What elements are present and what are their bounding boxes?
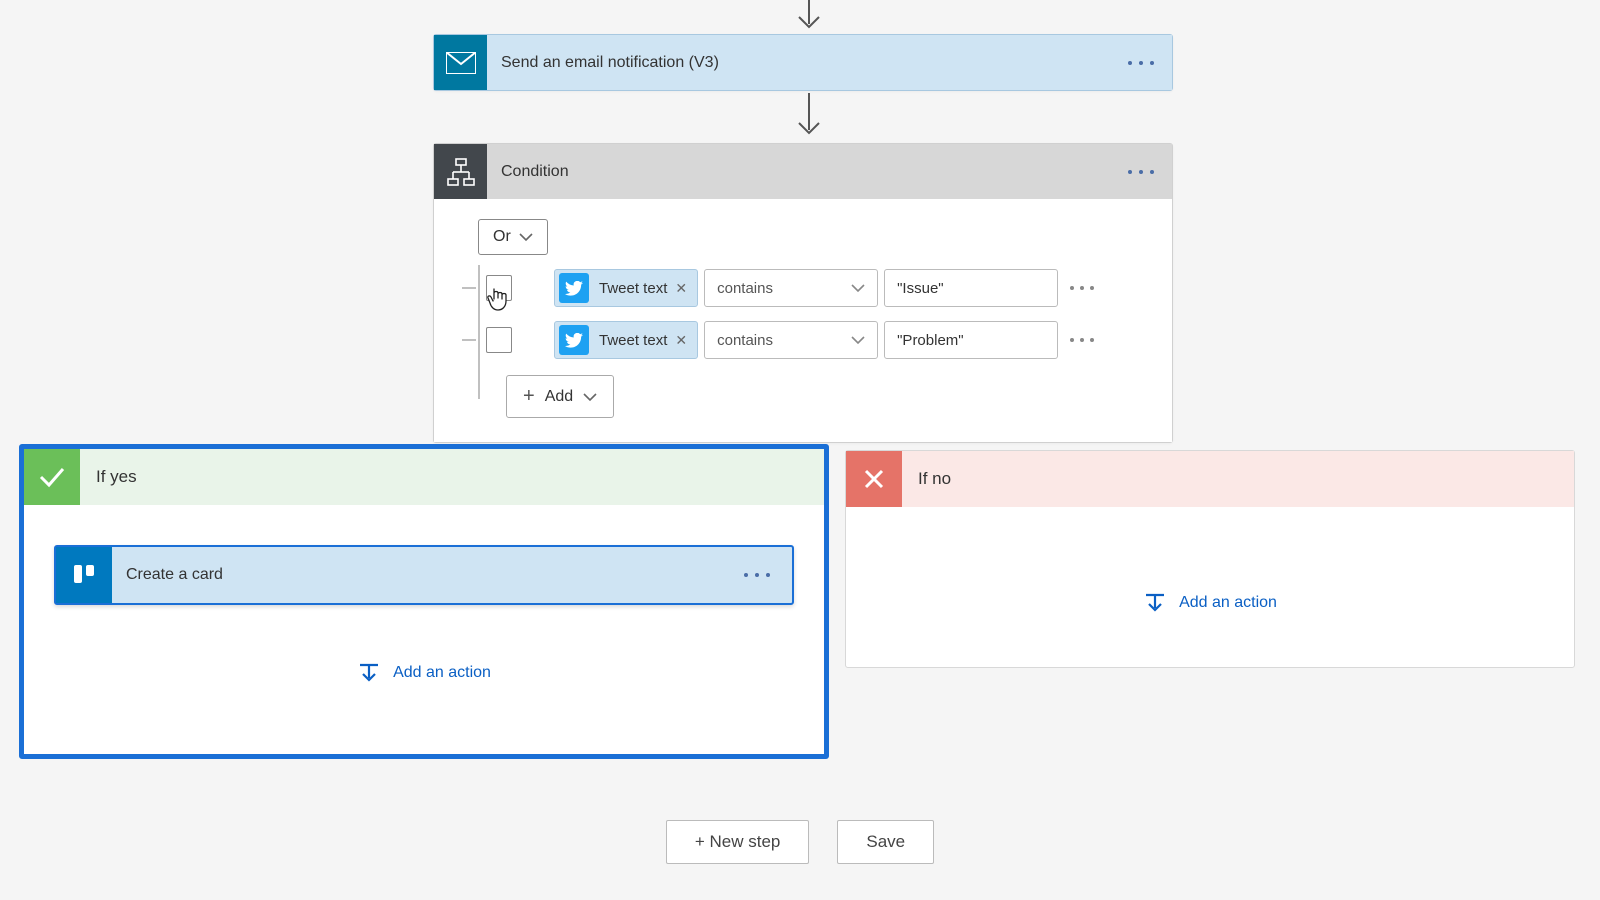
tree-line xyxy=(478,265,480,399)
operator-dropdown[interactable]: contains xyxy=(704,321,878,359)
operator-label: contains xyxy=(717,280,773,297)
add-action-icon xyxy=(1143,591,1167,615)
cross-icon xyxy=(846,451,902,507)
condition-header[interactable]: Condition xyxy=(434,144,1172,199)
twitter-icon xyxy=(559,325,589,355)
ellipsis-icon[interactable] xyxy=(1070,338,1094,342)
add-action-button[interactable]: Add an action xyxy=(24,661,824,685)
token-pill-tweet-text[interactable]: Tweet text ✕ xyxy=(554,321,698,359)
row-checkbox[interactable] xyxy=(486,327,512,353)
new-step-button[interactable]: + New step xyxy=(666,820,810,864)
tree-connector xyxy=(462,287,476,289)
check-icon xyxy=(24,449,80,505)
arrow-down-icon xyxy=(795,93,823,139)
twitter-icon xyxy=(559,273,589,303)
value-input[interactable] xyxy=(884,321,1058,359)
condition-icon xyxy=(434,144,487,199)
add-label: Add xyxy=(545,388,573,406)
action-title: Create a card xyxy=(112,566,237,584)
if-yes-header[interactable]: If yes xyxy=(24,449,824,505)
footer-buttons: + New step Save xyxy=(0,820,1600,864)
row-checkbox[interactable] xyxy=(486,275,512,301)
pointer-cursor-icon xyxy=(486,287,510,317)
ellipsis-icon[interactable] xyxy=(1070,286,1094,290)
add-condition-button[interactable]: + Add xyxy=(506,375,614,418)
condition-body: Or Tweet text ✕ xyxy=(434,199,1172,442)
flow-canvas: Send an email notification (V3) Condit xyxy=(0,0,1600,900)
save-button[interactable]: Save xyxy=(837,820,934,864)
condition-row: Tweet text ✕ contains xyxy=(474,269,1142,307)
pill-label: Tweet text xyxy=(599,280,667,297)
plus-icon: + xyxy=(523,385,535,408)
email-step-card[interactable]: Send an email notification (V3) xyxy=(433,34,1173,91)
arrow-down-icon xyxy=(795,0,823,33)
operator-label: contains xyxy=(717,332,773,349)
chevron-down-icon xyxy=(851,335,865,345)
add-action-label: Add an action xyxy=(393,664,491,682)
ellipsis-icon[interactable] xyxy=(744,566,770,584)
condition-card: Condition Or xyxy=(433,143,1173,443)
chevron-down-icon xyxy=(851,283,865,293)
chevron-down-icon xyxy=(519,232,533,242)
chevron-down-icon xyxy=(583,392,597,402)
create-card-action[interactable]: Create a card xyxy=(54,545,794,605)
if-no-header[interactable]: If no xyxy=(846,451,1574,507)
if-no-title: If no xyxy=(902,469,967,489)
logic-operator-dropdown[interactable]: Or xyxy=(478,219,548,255)
pill-remove-icon[interactable]: ✕ xyxy=(675,332,687,349)
add-action-label: Add an action xyxy=(1179,594,1277,612)
trello-icon xyxy=(56,547,112,603)
ellipsis-icon[interactable] xyxy=(1128,54,1154,72)
add-action-icon xyxy=(357,661,381,685)
operator-dropdown[interactable]: contains xyxy=(704,269,878,307)
value-input[interactable] xyxy=(884,269,1058,307)
if-no-branch: If no Add an action xyxy=(845,450,1575,668)
logic-operator-label: Or xyxy=(493,228,511,246)
email-step-title: Send an email notification (V3) xyxy=(487,54,1172,72)
email-step-header[interactable]: Send an email notification (V3) xyxy=(434,35,1172,90)
pill-label: Tweet text xyxy=(599,332,667,349)
mail-icon xyxy=(434,35,487,90)
condition-title: Condition xyxy=(487,163,1172,181)
pill-remove-icon[interactable]: ✕ xyxy=(675,280,687,297)
ellipsis-icon[interactable] xyxy=(1128,163,1154,181)
tree-connector xyxy=(462,339,476,341)
condition-row: Tweet text ✕ contains xyxy=(474,321,1142,359)
token-pill-tweet-text[interactable]: Tweet text ✕ xyxy=(554,269,698,307)
if-yes-title: If yes xyxy=(80,467,153,487)
add-action-button[interactable]: Add an action xyxy=(846,591,1574,615)
if-yes-branch: If yes Create a card Add an action xyxy=(19,444,829,759)
